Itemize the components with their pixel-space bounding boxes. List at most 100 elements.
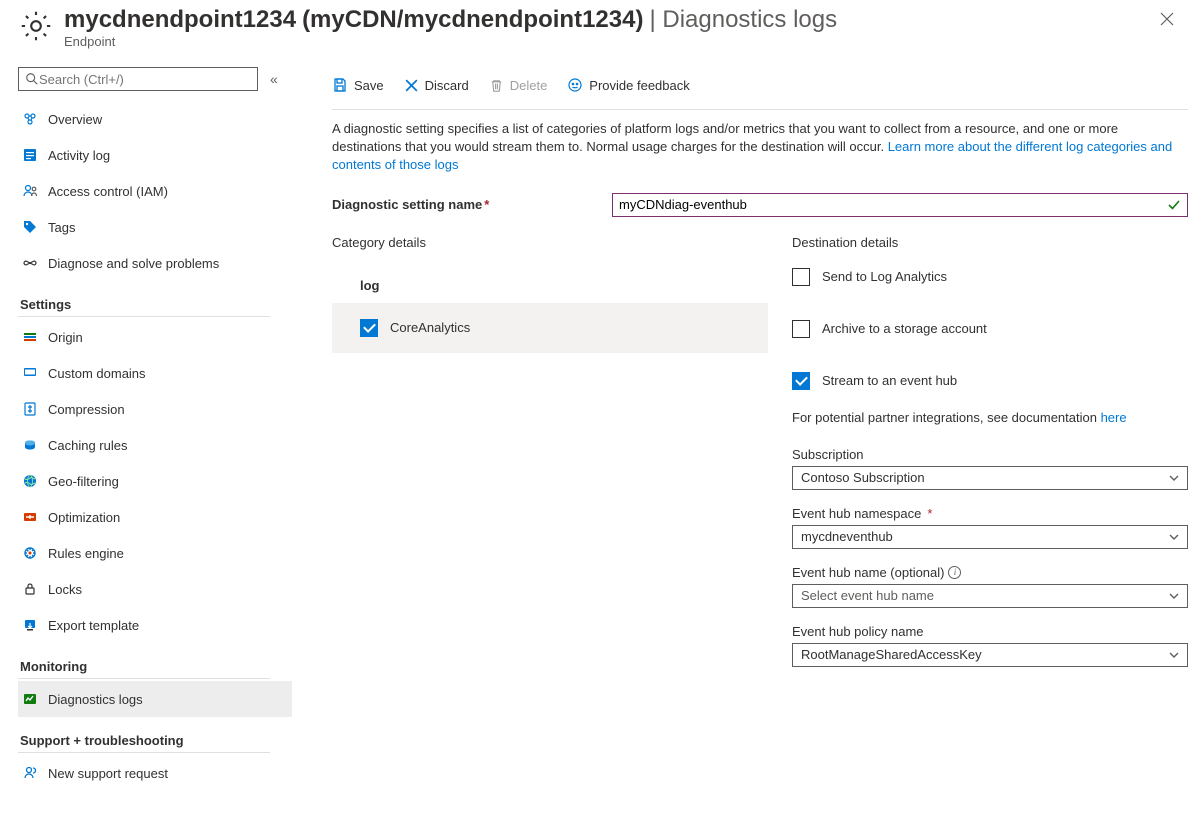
discard-button[interactable]: Discard	[404, 78, 469, 93]
nav-label: Diagnose and solve problems	[48, 256, 219, 271]
nav-label: Locks	[48, 582, 82, 597]
partner-hint-link[interactable]: here	[1101, 410, 1127, 425]
overview-icon	[22, 111, 38, 127]
policy-select[interactable]: RootManageSharedAccessKey	[792, 643, 1188, 667]
nav-export-template[interactable]: Export template	[18, 607, 292, 643]
nav-label: Optimization	[48, 510, 120, 525]
divider	[332, 109, 1188, 110]
save-icon	[332, 77, 348, 93]
chevron-down-icon	[1169, 473, 1179, 483]
subscription-select[interactable]: Contoso Subscription	[792, 466, 1188, 490]
dest-label: Archive to a storage account	[822, 321, 987, 336]
page-title: mycdnendpoint1234 (myCDN/mycdnendpoint12…	[64, 6, 1154, 34]
access-control-icon	[22, 183, 38, 199]
nav-label: Rules engine	[48, 546, 124, 561]
diagnose-icon	[22, 255, 38, 271]
search-input-wrap[interactable]	[18, 67, 258, 91]
resource-type-label: Endpoint	[64, 34, 1154, 49]
save-button[interactable]: Save	[332, 77, 384, 93]
nav-rules-engine[interactable]: Rules engine	[18, 535, 292, 571]
storage-checkbox[interactable]	[792, 320, 810, 338]
support-icon	[22, 765, 38, 781]
dest-label: Send to Log Analytics	[822, 269, 947, 284]
locks-icon	[22, 581, 38, 597]
nav-label: Caching rules	[48, 438, 128, 453]
nav-custom-domains[interactable]: Custom domains	[18, 355, 292, 391]
nav-label: Compression	[48, 402, 125, 417]
log-analytics-checkbox[interactable]	[792, 268, 810, 286]
partner-hint: For potential partner integrations, see …	[792, 410, 1188, 425]
nav-compression[interactable]: Compression	[18, 391, 292, 427]
dest-eventhub: Stream to an event hub	[792, 372, 1188, 390]
dest-log-analytics: Send to Log Analytics	[792, 268, 1188, 286]
core-analytics-checkbox[interactable]	[360, 319, 378, 337]
compression-icon	[22, 401, 38, 417]
setting-name-input-wrap[interactable]	[612, 193, 1188, 217]
nav-label: Access control (IAM)	[48, 184, 168, 199]
sidebar: « Overview Activity log Access control (…	[18, 67, 292, 791]
close-button[interactable]	[1154, 6, 1180, 32]
dest-label: Stream to an event hub	[822, 373, 957, 388]
info-icon[interactable]: i	[948, 566, 961, 579]
nav-diagnose-solve[interactable]: Diagnose and solve problems	[18, 245, 292, 281]
gear-icon	[18, 8, 54, 44]
description-text: A diagnostic setting specifies a list of…	[332, 120, 1188, 175]
custom-domains-icon	[22, 365, 38, 381]
nav-locks[interactable]: Locks	[18, 571, 292, 607]
delete-button: Delete	[489, 78, 548, 93]
log-category-label: CoreAnalytics	[390, 320, 470, 335]
collapse-sidebar-button[interactable]: «	[270, 71, 278, 87]
export-template-icon	[22, 617, 38, 633]
nav-section-monitoring: Monitoring	[20, 659, 292, 674]
nav-label: Activity log	[48, 148, 110, 163]
namespace-select[interactable]: mycdneventhub	[792, 525, 1188, 549]
divider	[18, 678, 270, 679]
divider	[18, 752, 270, 753]
category-details-header: Category details	[332, 235, 768, 250]
chevron-down-icon	[1169, 650, 1179, 660]
destination-details-header: Destination details	[792, 235, 1188, 250]
log-category-row: CoreAnalytics	[332, 303, 768, 353]
setting-name-input[interactable]	[619, 197, 1167, 212]
nav-tags[interactable]: Tags	[18, 209, 292, 245]
chevron-down-icon	[1169, 532, 1179, 542]
nav-origin[interactable]: Origin	[18, 319, 292, 355]
nav-label: Custom domains	[48, 366, 146, 381]
geo-filtering-icon	[22, 473, 38, 489]
nav-geo-filtering[interactable]: Geo-filtering	[18, 463, 292, 499]
delete-icon	[489, 78, 504, 93]
valid-check-icon	[1167, 198, 1181, 212]
search-input[interactable]	[39, 72, 251, 87]
namespace-label: Event hub namespace*	[792, 506, 1188, 521]
nav-new-support-request[interactable]: New support request	[18, 755, 292, 791]
optimization-icon	[22, 509, 38, 525]
nav-section-settings: Settings	[20, 297, 292, 312]
tags-icon	[22, 219, 38, 235]
nav-section-support: Support + troubleshooting	[20, 733, 292, 748]
diagnostics-logs-icon	[22, 691, 38, 707]
dest-storage: Archive to a storage account	[792, 320, 1188, 338]
command-bar: Save Discard Delete Provide feedback	[332, 67, 1188, 103]
discard-icon	[404, 78, 419, 93]
nav-activity-log[interactable]: Activity log	[18, 137, 292, 173]
nav-label: Tags	[48, 220, 75, 235]
divider	[18, 316, 270, 317]
nav-diagnostics-logs[interactable]: Diagnostics logs	[18, 681, 292, 717]
activity-log-icon	[22, 147, 38, 163]
search-icon	[25, 72, 39, 86]
feedback-button[interactable]: Provide feedback	[567, 77, 689, 93]
nav-optimization[interactable]: Optimization	[18, 499, 292, 535]
nav-access-control[interactable]: Access control (IAM)	[18, 173, 292, 209]
nav-label: Export template	[48, 618, 139, 633]
caching-rules-icon	[22, 437, 38, 453]
nav-label: Diagnostics logs	[48, 692, 143, 707]
rules-engine-icon	[22, 545, 38, 561]
nav-overview[interactable]: Overview	[18, 101, 292, 137]
eventhub-checkbox[interactable]	[792, 372, 810, 390]
nav-label: Origin	[48, 330, 83, 345]
hubname-label: Event hub name (optional) i	[792, 565, 1188, 580]
nav-caching-rules[interactable]: Caching rules	[18, 427, 292, 463]
origin-icon	[22, 329, 38, 345]
hubname-select[interactable]: Select event hub name	[792, 584, 1188, 608]
subscription-label: Subscription	[792, 447, 1188, 462]
